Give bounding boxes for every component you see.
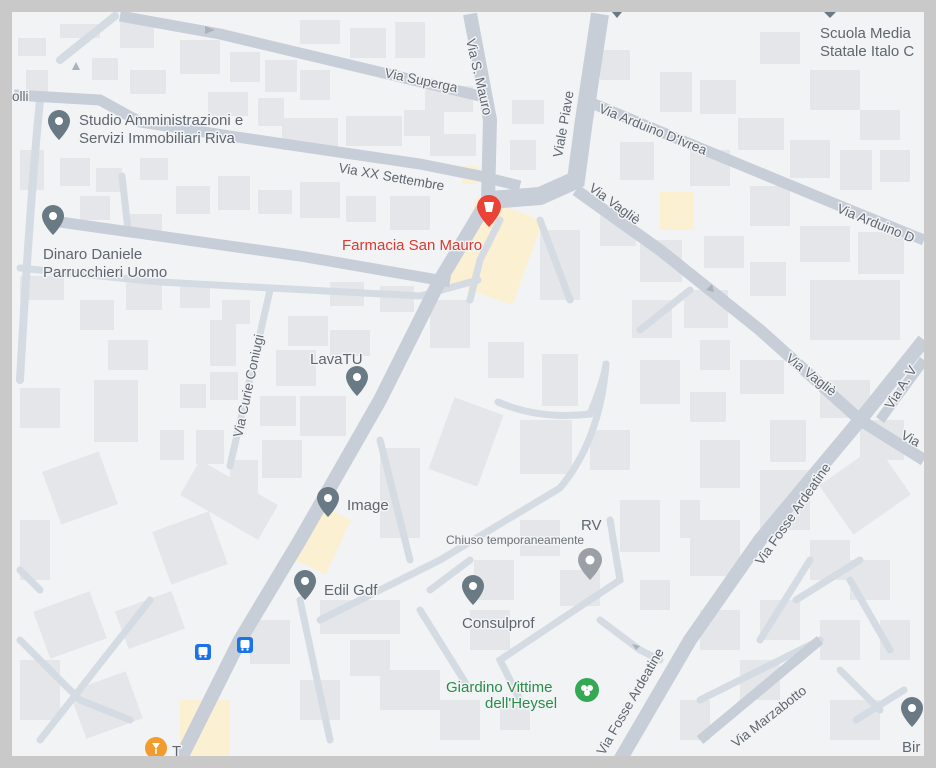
map-pin-icon — [42, 205, 64, 235]
bus-stop-icon[interactable] — [195, 644, 211, 660]
school-pin-icon — [824, 12, 836, 18]
street-label-olli: olli — [12, 89, 29, 104]
poi-studio-amministrazioni[interactable]: Studio Amministrazioni e Servizi Immobil… — [48, 110, 245, 149]
food-pin-icon — [145, 737, 167, 756]
poi-label-dinaro-line1: Dinaro Daniele — [43, 246, 142, 263]
poi-label-edil-gdf: Edil Gdf — [324, 582, 378, 599]
map-pin-icon — [294, 570, 316, 600]
poi-label-scuola-line1: Scuola Media — [820, 25, 912, 42]
poi-label-farmacia: Farmacia San Mauro — [342, 237, 482, 254]
map-view[interactable]: Via Superga Via S. Mauro Viale Piave Via… — [12, 12, 924, 756]
bus-stop-icon[interactable] — [237, 637, 253, 653]
poi-label-studio-line2: Servizi Immobiliari Riva — [79, 130, 236, 147]
map-pin-icon — [901, 697, 923, 727]
poi-label-studio-line1: Studio Amministrazioni e — [79, 112, 243, 129]
map-pin-icon — [462, 575, 484, 605]
poi-label-scuola-line2: Statale Italo C — [820, 43, 914, 60]
poi-lavatu[interactable]: LavaTU — [309, 350, 368, 396]
poi-label-bir: Bir — [902, 739, 920, 756]
street-label-via-superga: Via Superga — [383, 65, 459, 95]
poi-label-lavatu: LavaTU — [310, 351, 363, 368]
poi-top-marker[interactable] — [612, 12, 622, 18]
poi-bir[interactable]: Bir — [901, 697, 923, 756]
poi-label-giardino-line1: Giardino Vittime — [446, 679, 552, 696]
poi-image[interactable]: Image — [317, 487, 390, 517]
poi-edil-gdf[interactable]: Edil Gdf — [294, 570, 380, 601]
poi-label-consulprof: Consulprof — [462, 615, 535, 632]
poi-scuola-media[interactable]: Scuola Media Statale Italo C — [819, 12, 916, 62]
poi-label-rv-status: Chiuso temporaneamente — [446, 533, 584, 547]
map-pin-icon — [346, 366, 368, 396]
poi-label-food-partial: T — [172, 743, 181, 756]
poi-label-giardino-line2: dell'Heysel — [485, 695, 557, 712]
poi-label-rv: RV — [581, 517, 602, 534]
poi-label-image: Image — [347, 497, 389, 514]
map-pin-icon — [48, 110, 70, 140]
poi-label-dinaro-line2: Parrucchieri Uomo — [43, 264, 167, 281]
park-tree-icon — [575, 678, 599, 702]
street-label-via-vaglie-2: Via Vagliè — [783, 351, 839, 399]
poi-food[interactable]: T — [145, 737, 183, 756]
